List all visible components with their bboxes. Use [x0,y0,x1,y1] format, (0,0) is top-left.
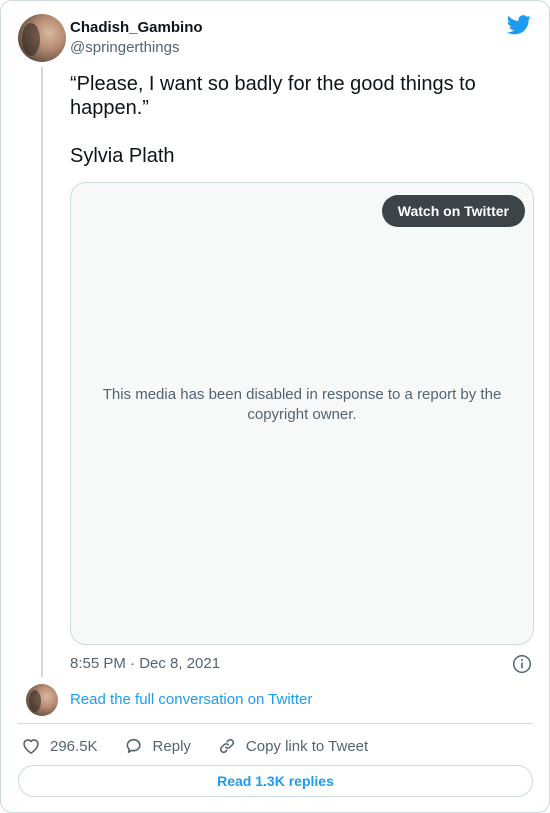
tweet-timestamp[interactable]: 8:55 PM · Dec 8, 2021 [70,655,220,672]
author-handle[interactable]: @springerthings [70,39,179,56]
like-button[interactable]: 296.5K [21,736,98,756]
divider [18,723,533,724]
copy-link-label: Copy link to Tweet [245,737,369,755]
tweet-text: “Please, I want so badly for the good th… [70,72,530,168]
read-replies-button[interactable]: Read 1.3K replies [18,765,533,797]
info-icon[interactable] [512,654,532,674]
copy-link-button[interactable]: Copy link to Tweet [217,736,368,756]
embedded-tweet-card: Chadish_Gambino @springerthings “Please,… [0,0,550,813]
twitter-bird-icon[interactable] [507,15,531,35]
thread-connector-line [41,67,43,677]
author-avatar[interactable] [18,14,66,62]
author-display-name[interactable]: Chadish_Gambino [70,19,203,36]
tweet-attribution: Sylvia Plath [70,145,175,167]
conversation-avatar[interactable] [26,684,58,716]
reply-button[interactable]: Reply [124,736,191,756]
link-icon [219,738,234,754]
read-full-conversation-link[interactable]: Read the full conversation on Twitter [70,691,312,708]
reply-label: Reply [152,737,191,755]
like-count: 296.5K [50,737,98,755]
watch-on-twitter-button[interactable]: Watch on Twitter [381,195,525,227]
media-disabled-message: This media has been disabled in response… [102,386,502,423]
reply-bubble-icon [126,738,141,754]
tweet-quote: “Please, I want so badly for the good th… [70,73,476,119]
heart-icon [23,739,39,754]
disabled-media-container: Watch on Twitter This media has been dis… [70,182,534,645]
tweet-actions-bar: 296.5K Reply Copy link to Tweet [21,735,394,757]
